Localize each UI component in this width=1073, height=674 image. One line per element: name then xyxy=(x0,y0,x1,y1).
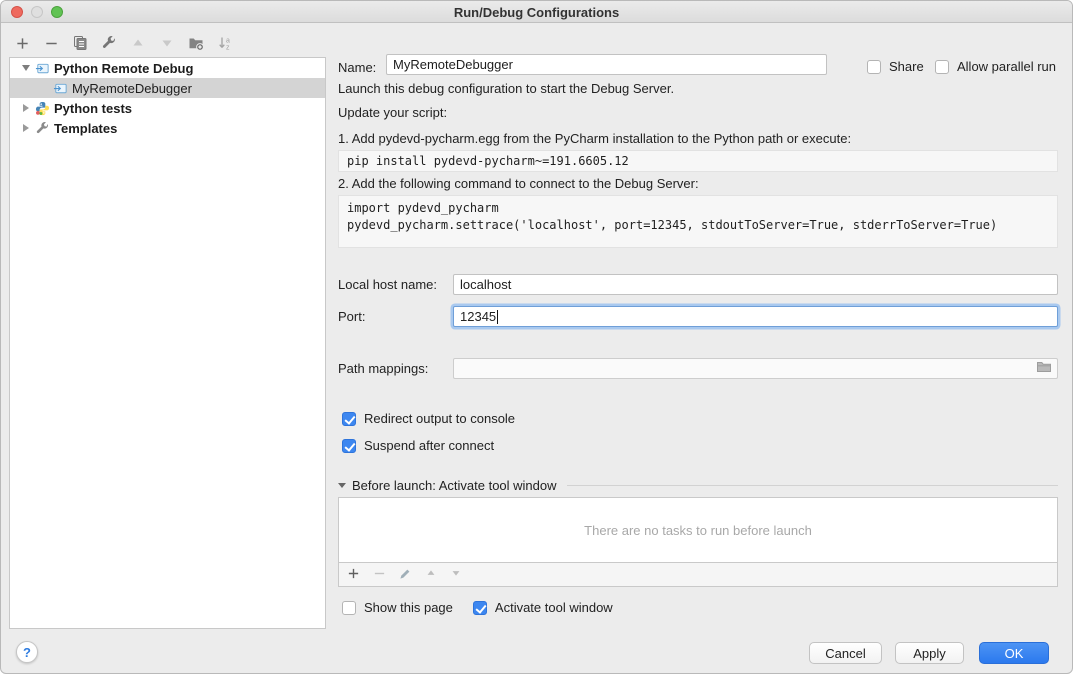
window-title: Run/Debug Configurations xyxy=(1,5,1072,20)
remove-configuration-button[interactable] xyxy=(42,34,60,52)
port-label: Port: xyxy=(338,309,453,324)
separator-line xyxy=(567,485,1058,486)
settrace-code-line-1: import pydevd_pycharm xyxy=(347,200,1049,217)
add-task-button[interactable] xyxy=(347,567,360,583)
suspend-after-connect-checkbox[interactable] xyxy=(342,439,356,453)
share-checkbox[interactable] xyxy=(867,60,881,74)
port-value: 12345 xyxy=(460,309,496,324)
configuration-form: Name: Share Allow parallel run Launch th… xyxy=(327,23,1073,623)
path-mappings-input[interactable] xyxy=(453,358,1058,379)
tree-item-templates[interactable]: Templates xyxy=(10,118,325,138)
svg-text:z: z xyxy=(226,45,230,52)
templates-wrench-icon xyxy=(34,120,50,136)
tree-item-label: Python Remote Debug xyxy=(54,61,193,76)
chevron-right-icon[interactable] xyxy=(20,104,32,112)
remote-debug-icon xyxy=(52,80,68,96)
empty-task-list-message: There are no tasks to run before launch xyxy=(584,523,812,538)
suspend-after-connect-label: Suspend after connect xyxy=(364,438,494,453)
tree-item-python-tests[interactable]: Python tests xyxy=(10,98,325,118)
before-launch-title: Before launch: Activate tool window xyxy=(352,478,557,493)
copy-icon xyxy=(72,35,88,51)
question-mark-icon: ? xyxy=(23,645,31,660)
before-launch-task-list: There are no tasks to run before launch xyxy=(338,497,1058,563)
title-bar: Run/Debug Configurations xyxy=(1,1,1072,23)
page-options-row: Show this page Activate tool window xyxy=(342,600,613,615)
svg-text:a: a xyxy=(226,38,230,45)
help-button[interactable]: ? xyxy=(16,641,38,663)
allow-parallel-run-row: Allow parallel run xyxy=(935,59,1056,74)
tree-item-label: Python tests xyxy=(54,101,132,116)
sort-alphabetically-icon: az xyxy=(217,35,233,51)
instruction-step-1: 1. Add pydevd-pycharm.egg from the PyCha… xyxy=(338,131,851,146)
remove-task-button[interactable] xyxy=(373,567,386,583)
local-host-row: Local host name: xyxy=(338,274,1058,295)
instruction-step-2: 2. Add the following command to connect … xyxy=(338,176,699,191)
local-host-input[interactable] xyxy=(453,274,1058,295)
instruction-line-2: Update your script: xyxy=(338,105,447,120)
show-this-page-checkbox[interactable] xyxy=(342,601,356,615)
share-checkbox-row: Share xyxy=(867,59,924,74)
activate-tool-window-checkbox[interactable] xyxy=(473,601,487,615)
settrace-code-line-2: pydevd_pycharm.settrace('localhost', por… xyxy=(347,217,1049,234)
wrench-icon xyxy=(101,35,117,51)
python-tests-icon xyxy=(34,100,50,116)
tree-item-label: MyRemoteDebugger xyxy=(72,81,192,96)
port-row: Port: 12345 xyxy=(338,306,1058,327)
move-up-button[interactable] xyxy=(129,34,147,52)
browse-folder-icon[interactable] xyxy=(1036,360,1052,377)
instruction-line-1: Launch this debug configuration to start… xyxy=(338,81,674,96)
tree-item-label: Templates xyxy=(54,121,117,136)
copy-configuration-button[interactable] xyxy=(71,34,89,52)
new-folder-button[interactable] xyxy=(187,34,205,52)
name-label: Name: xyxy=(338,60,376,75)
chevron-right-icon[interactable] xyxy=(20,124,32,132)
remote-debug-icon xyxy=(34,60,50,76)
suspend-after-connect-row: Suspend after connect xyxy=(342,438,494,453)
run-debug-configurations-dialog: Run/Debug Configurations az xyxy=(0,0,1073,674)
redirect-output-row: Redirect output to console xyxy=(342,411,515,426)
new-folder-icon xyxy=(188,35,204,51)
move-down-icon xyxy=(160,36,174,50)
path-mappings-row: Path mappings: xyxy=(338,358,1058,379)
local-host-label: Local host name: xyxy=(338,277,453,292)
apply-button[interactable]: Apply xyxy=(895,642,964,664)
cancel-button[interactable]: Cancel xyxy=(809,642,882,664)
redirect-output-checkbox[interactable] xyxy=(342,412,356,426)
redirect-output-label: Redirect output to console xyxy=(364,411,515,426)
before-launch-header[interactable]: Before launch: Activate tool window xyxy=(338,478,1058,493)
move-task-up-button[interactable] xyxy=(425,567,437,582)
edit-defaults-button[interactable] xyxy=(100,34,118,52)
allow-parallel-run-checkbox[interactable] xyxy=(935,60,949,74)
move-task-down-button[interactable] xyxy=(450,567,462,582)
add-icon xyxy=(15,36,30,51)
configurations-tree: Python Remote Debug MyRemoteDebugger Pyt… xyxy=(9,57,326,629)
move-up-icon xyxy=(131,36,145,50)
tree-item-python-remote-debug[interactable]: Python Remote Debug xyxy=(10,58,325,78)
move-down-button[interactable] xyxy=(158,34,176,52)
edit-task-button[interactable] xyxy=(399,567,412,583)
pip-install-code-snippet: pip install pydevd-pycharm~=191.6605.12 xyxy=(338,150,1058,172)
collapse-triangle-icon[interactable] xyxy=(338,483,346,488)
text-caret xyxy=(497,310,498,324)
tree-item-myremotedebugger[interactable]: MyRemoteDebugger xyxy=(10,78,325,98)
configurations-toolbar: az xyxy=(13,31,234,55)
sort-configurations-button[interactable]: az xyxy=(216,34,234,52)
chevron-down-icon[interactable] xyxy=(20,65,32,71)
port-input[interactable]: 12345 xyxy=(453,306,1058,327)
task-list-toolbar xyxy=(338,563,1058,587)
allow-parallel-run-label: Allow parallel run xyxy=(957,59,1056,74)
path-mappings-label: Path mappings: xyxy=(338,361,453,376)
remove-icon xyxy=(44,36,59,51)
show-this-page-label: Show this page xyxy=(364,600,453,615)
ok-button[interactable]: OK xyxy=(979,642,1049,664)
add-configuration-button[interactable] xyxy=(13,34,31,52)
settrace-code-snippet: import pydevd_pycharm pydevd_pycharm.set… xyxy=(338,195,1058,248)
share-label: Share xyxy=(889,59,924,74)
name-input[interactable] xyxy=(386,54,827,75)
activate-tool-window-label: Activate tool window xyxy=(495,600,613,615)
